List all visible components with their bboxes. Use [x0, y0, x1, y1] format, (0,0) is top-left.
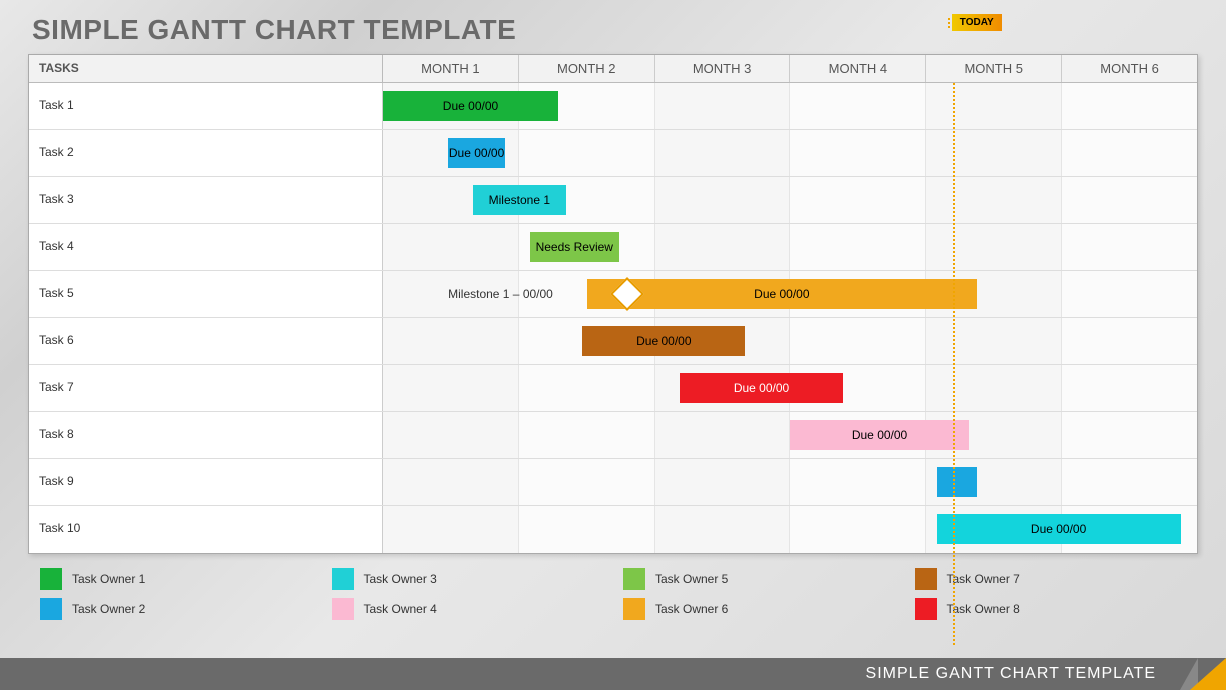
task-name-cell: Task 5: [29, 271, 383, 317]
page-title: SIMPLE GANTT CHART TEMPLATE: [0, 0, 1226, 54]
legend-swatch: [915, 598, 937, 620]
today-marker-badge: TODAY: [948, 14, 1002, 31]
legend-swatch: [623, 598, 645, 620]
legend-item: Task Owner 8: [915, 598, 1187, 620]
gantt-bar[interactable]: Due 00/00: [680, 373, 843, 403]
task-name-cell: Task 6: [29, 318, 383, 364]
month-header-4: MONTH 4: [790, 55, 926, 82]
legend-label: Task Owner 8: [947, 602, 1020, 616]
task-name-cell: Task 8: [29, 412, 383, 458]
legend-swatch: [332, 568, 354, 590]
task-name-cell: Task 4: [29, 224, 383, 270]
gantt-bar[interactable]: Due 00/00: [587, 279, 978, 309]
task-name-cell: Task 7: [29, 365, 383, 411]
task-name-cell: Task 1: [29, 83, 383, 129]
task-row: Task 1: [29, 83, 1197, 130]
today-line: [953, 83, 955, 645]
legend-label: Task Owner 3: [364, 572, 437, 586]
month-header-5: MONTH 5: [926, 55, 1062, 82]
legend-item: Task Owner 6: [623, 598, 895, 620]
task-name-cell: Task 9: [29, 459, 383, 505]
gantt-chart: TASKS MONTH 1MONTH 2MONTH 3MONTH 4MONTH …: [28, 54, 1198, 554]
legend-item: Task Owner 5: [623, 568, 895, 590]
gantt-bar[interactable]: Due 00/00: [790, 420, 969, 450]
legend-item: Task Owner 7: [915, 568, 1187, 590]
month-header-2: MONTH 2: [519, 55, 655, 82]
task-row: Task 7: [29, 365, 1197, 412]
task-name-cell: Task 2: [29, 130, 383, 176]
legend-swatch: [332, 598, 354, 620]
tasks-column-header: TASKS: [29, 55, 383, 82]
legend-label: Task Owner 2: [72, 602, 145, 616]
legend-swatch: [40, 568, 62, 590]
footer-bar: SIMPLE GANTT CHART TEMPLATE: [0, 658, 1226, 690]
legend: Task Owner 1 Task Owner 3 Task Owner 5 Task…: [40, 568, 1186, 620]
gantt-bar[interactable]: Needs Review: [530, 232, 620, 262]
gantt-bar[interactable]: Due 00/00: [448, 138, 505, 168]
legend-item: Task Owner 1: [40, 568, 312, 590]
footer-text: SIMPLE GANTT CHART TEMPLATE: [866, 665, 1156, 683]
legend-swatch: [623, 568, 645, 590]
today-label: TODAY: [952, 14, 1002, 31]
month-header-3: MONTH 3: [655, 55, 791, 82]
task-row: Task 8: [29, 412, 1197, 459]
header-row: TASKS MONTH 1MONTH 2MONTH 3MONTH 4MONTH …: [29, 55, 1197, 83]
gantt-bar[interactable]: Due 00/00: [937, 514, 1181, 544]
legend-item: Task Owner 4: [332, 598, 604, 620]
legend-label: Task Owner 4: [364, 602, 437, 616]
milestone-label: Milestone 1 – 00/00: [448, 287, 553, 301]
task-row: Task 2: [29, 130, 1197, 177]
gantt-bar[interactable]: Milestone 1: [473, 185, 567, 215]
task-row: Task 3: [29, 177, 1197, 224]
task-name-cell: Task 10: [29, 506, 383, 553]
legend-label: Task Owner 1: [72, 572, 145, 586]
task-row: Task 9: [29, 459, 1197, 506]
legend-label: Task Owner 7: [947, 572, 1020, 586]
month-header-6: MONTH 6: [1062, 55, 1197, 82]
legend-swatch: [915, 568, 937, 590]
legend-label: Task Owner 6: [655, 602, 728, 616]
gantt-bar[interactable]: Due 00/00: [383, 91, 558, 121]
legend-swatch: [40, 598, 62, 620]
legend-label: Task Owner 5: [655, 572, 728, 586]
task-name-cell: Task 3: [29, 177, 383, 223]
gantt-bar[interactable]: Due 00/00: [582, 326, 745, 356]
gantt-bar[interactable]: [937, 467, 978, 497]
month-header-1: MONTH 1: [383, 55, 519, 82]
legend-item: Task Owner 3: [332, 568, 604, 590]
legend-item: Task Owner 2: [40, 598, 312, 620]
